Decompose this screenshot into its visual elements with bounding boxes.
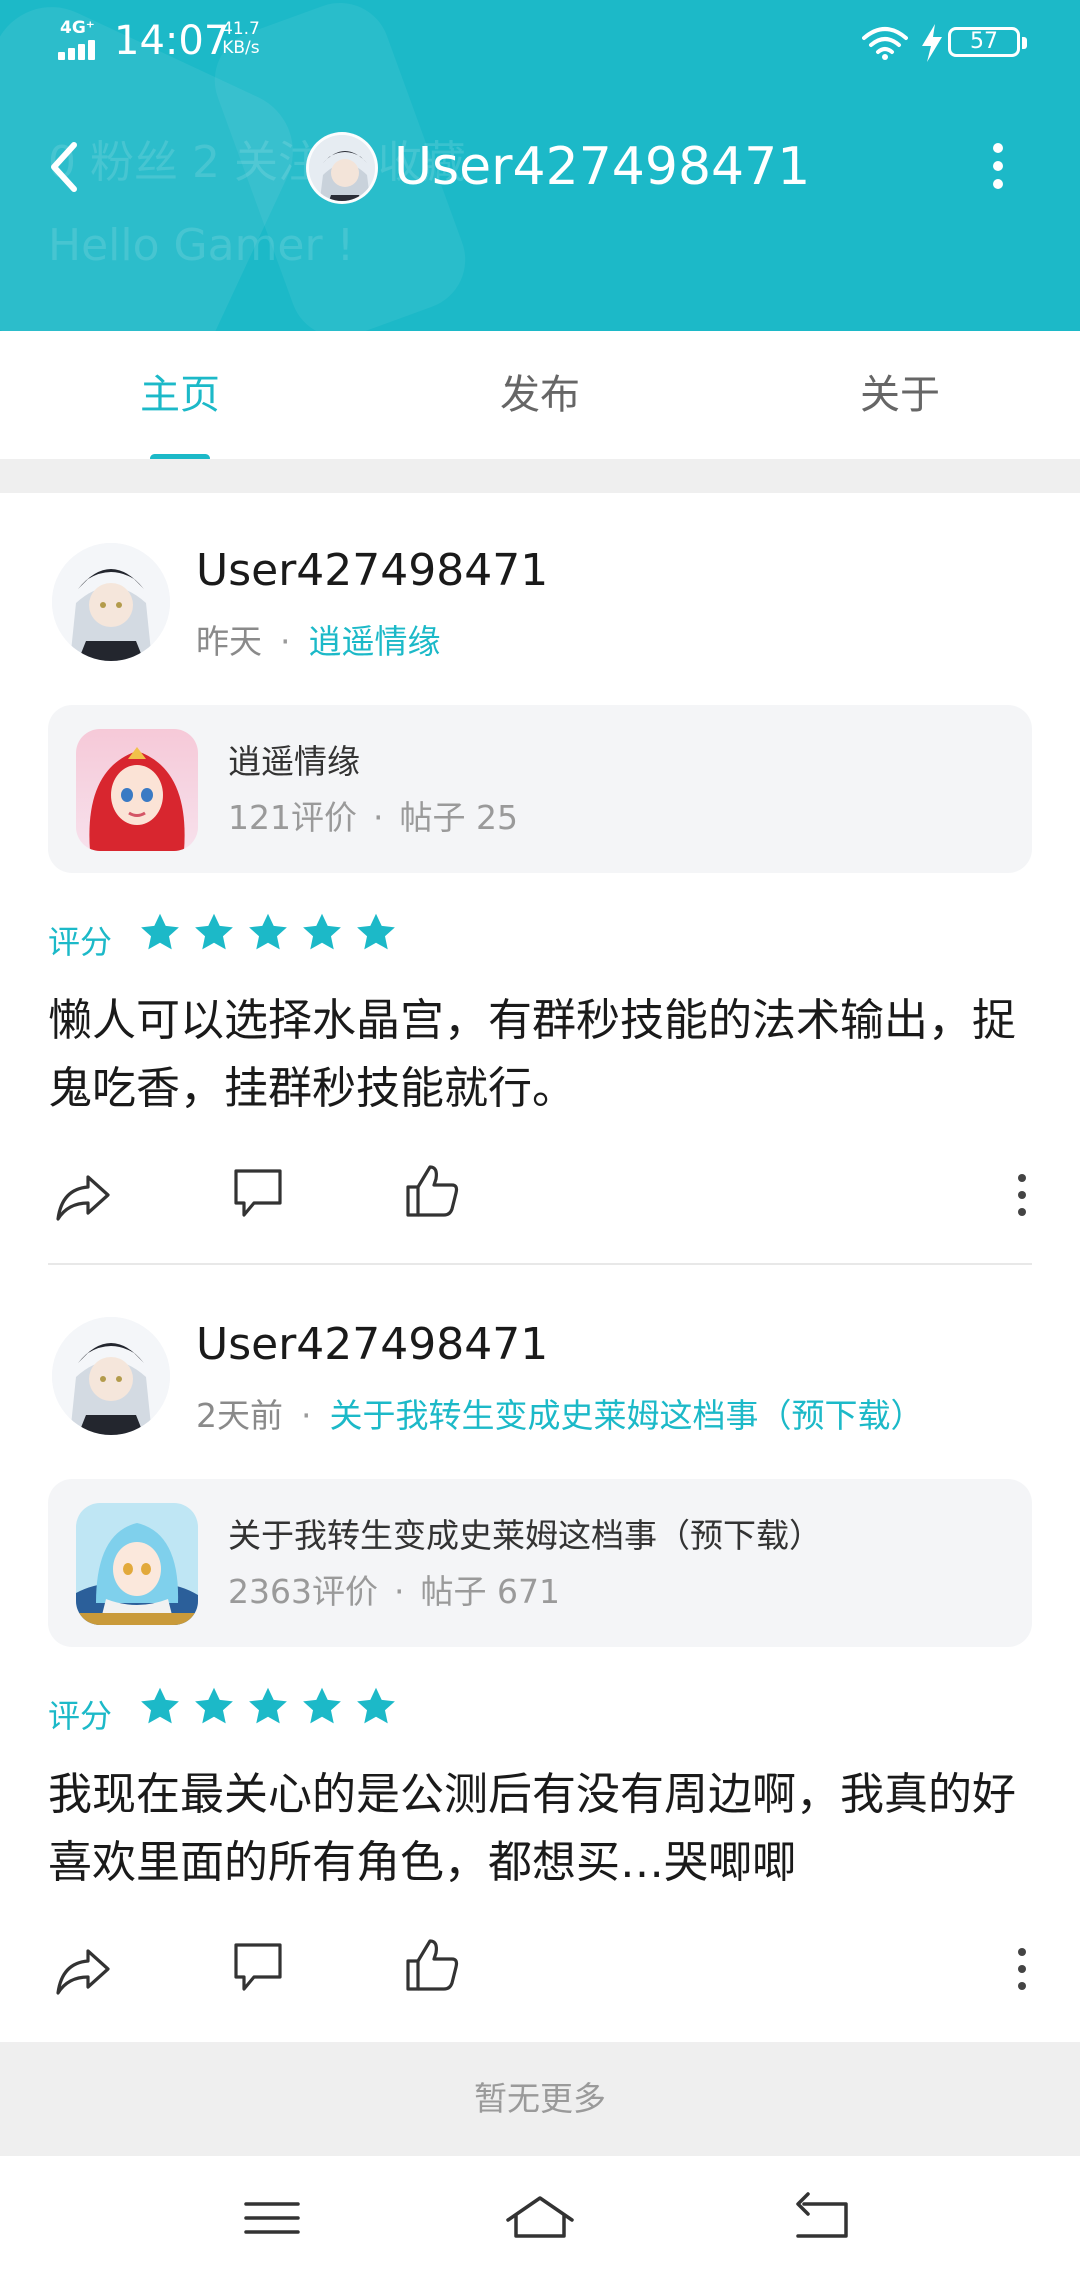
post-card: User427498471 昨天 · 逍遥情缘 逍遥情缘 121评价 · 帖子 …	[0, 493, 1080, 1265]
game-icon-image	[76, 729, 198, 851]
share-icon[interactable]	[52, 1937, 116, 2001]
game-posts: 帖子 25	[399, 798, 518, 837]
avatar-image	[52, 1317, 170, 1435]
back-arrow-icon[interactable]	[40, 135, 90, 199]
status-time: 14:07	[114, 18, 230, 64]
game-name: 逍遥情缘	[228, 742, 360, 781]
rating-label: 评分	[48, 1697, 113, 1735]
game-reviews: 2363评价	[228, 1572, 378, 1611]
post-time: 昨天	[196, 622, 262, 661]
post-divider	[48, 1263, 1032, 1265]
star-icon	[303, 1687, 341, 1724]
home-icon[interactable]	[500, 2186, 580, 2250]
wifi-icon	[862, 27, 908, 60]
network-speed-unit: KB/s	[222, 38, 260, 58]
star-icon	[195, 913, 233, 950]
comment-icon[interactable]	[226, 1935, 290, 1999]
post-text[interactable]: 我现在最关心的是公测后有没有周边啊，我真的好喜欢里面的所有角色，都想买…哭唧唧	[48, 1761, 1038, 1897]
rating-label: 评分	[48, 923, 113, 961]
star-rating	[138, 911, 408, 961]
game-icon	[76, 729, 198, 851]
system-nav-bar	[0, 2156, 1080, 2280]
star-icon	[249, 913, 287, 950]
no-more-label: 暂无更多	[0, 2042, 1080, 2156]
tab-published[interactable]: 发布	[360, 331, 720, 459]
post-more-icon[interactable]	[1008, 1169, 1036, 1221]
post-card: User427498471 2天前 · 关于我转生变成史莱姆这档事（预下载） 关于我…	[0, 1267, 1080, 2042]
network-speed: 41.7 KB/s	[222, 20, 260, 58]
signal-icon	[58, 38, 106, 60]
status-bar: 4G⁺ 14:07 41.7 KB/s 57	[0, 0, 1080, 84]
star-icon	[357, 913, 395, 950]
charging-bolt-icon	[922, 24, 942, 62]
tab-about[interactable]: 关于	[720, 331, 1080, 459]
avatar-image	[52, 543, 170, 661]
avatar[interactable]	[52, 543, 170, 661]
header-ghost-bio: Hello Gamer !	[48, 220, 355, 271]
star-icon	[303, 913, 341, 950]
header-username: User427498471	[394, 137, 811, 197]
post-game-link[interactable]: 逍遥情缘	[309, 622, 441, 661]
battery-level: 57	[970, 29, 998, 54]
post-game-link[interactable]: 关于我转生变成史莱姆这档事（预下载）	[330, 1396, 924, 1435]
game-posts: 帖子 671	[420, 1572, 560, 1611]
post-meta: 2天前 · 关于我转生变成史莱姆这档事（预下载）	[196, 1389, 924, 1437]
star-icon	[357, 1687, 395, 1724]
post-more-icon[interactable]	[1008, 1943, 1036, 1995]
star-icon	[141, 913, 179, 950]
game-icon	[76, 1503, 198, 1625]
game-card[interactable]: 逍遥情缘 121评价 · 帖子 25	[48, 705, 1032, 873]
post-text[interactable]: 懒人可以选择水晶宫，有群秒技能的法术输出，捉鬼吃香，挂群秒技能就行。	[48, 987, 1038, 1123]
game-card[interactable]: 关于我转生变成史莱姆这档事（预下载） 2363评价 · 帖子 671	[48, 1479, 1032, 1647]
menu-icon[interactable]	[232, 2186, 312, 2250]
like-icon[interactable]	[400, 1159, 464, 1223]
header-avatar[interactable]	[306, 132, 378, 204]
post-meta: 昨天 · 逍遥情缘	[196, 615, 441, 663]
game-icon-image	[76, 1503, 198, 1625]
post-username[interactable]: User427498471	[196, 545, 548, 596]
network-type: 4G⁺	[60, 18, 95, 38]
tab-home[interactable]: 主页	[0, 331, 360, 459]
comment-icon[interactable]	[226, 1161, 290, 1225]
profile-header: 0 粉丝 2 关注 0 收藏 Hello Gamer ! 4G⁺ 14:07 4…	[0, 0, 1080, 331]
star-rating	[138, 1685, 408, 1735]
star-icon	[195, 1687, 233, 1724]
section-divider	[0, 459, 1080, 493]
battery-icon: 57	[948, 27, 1027, 57]
stats-separator: ·	[393, 1572, 405, 1611]
post-username[interactable]: User427498471	[196, 1319, 548, 1370]
like-icon[interactable]	[400, 1933, 464, 1997]
network-speed-value: 41.7	[222, 19, 260, 39]
share-icon[interactable]	[52, 1163, 116, 1227]
back-icon[interactable]	[782, 2186, 862, 2250]
game-stats: 2363评价 · 帖子 671	[228, 1565, 560, 1613]
star-icon	[141, 1687, 179, 1724]
meta-separator: ·	[301, 1396, 312, 1435]
game-name: 关于我转生变成史莱姆这档事（预下载）	[228, 1516, 822, 1555]
avatar[interactable]	[52, 1317, 170, 1435]
meta-separator: ·	[280, 622, 291, 661]
star-icon	[249, 1687, 287, 1724]
game-reviews: 121评价	[228, 798, 357, 837]
more-options-icon[interactable]	[986, 140, 1010, 192]
stats-separator: ·	[373, 798, 384, 837]
game-stats: 121评价 · 帖子 25	[228, 791, 518, 839]
profile-tabs: 主页 发布 关于	[0, 331, 1080, 459]
post-time: 2天前	[196, 1396, 283, 1435]
